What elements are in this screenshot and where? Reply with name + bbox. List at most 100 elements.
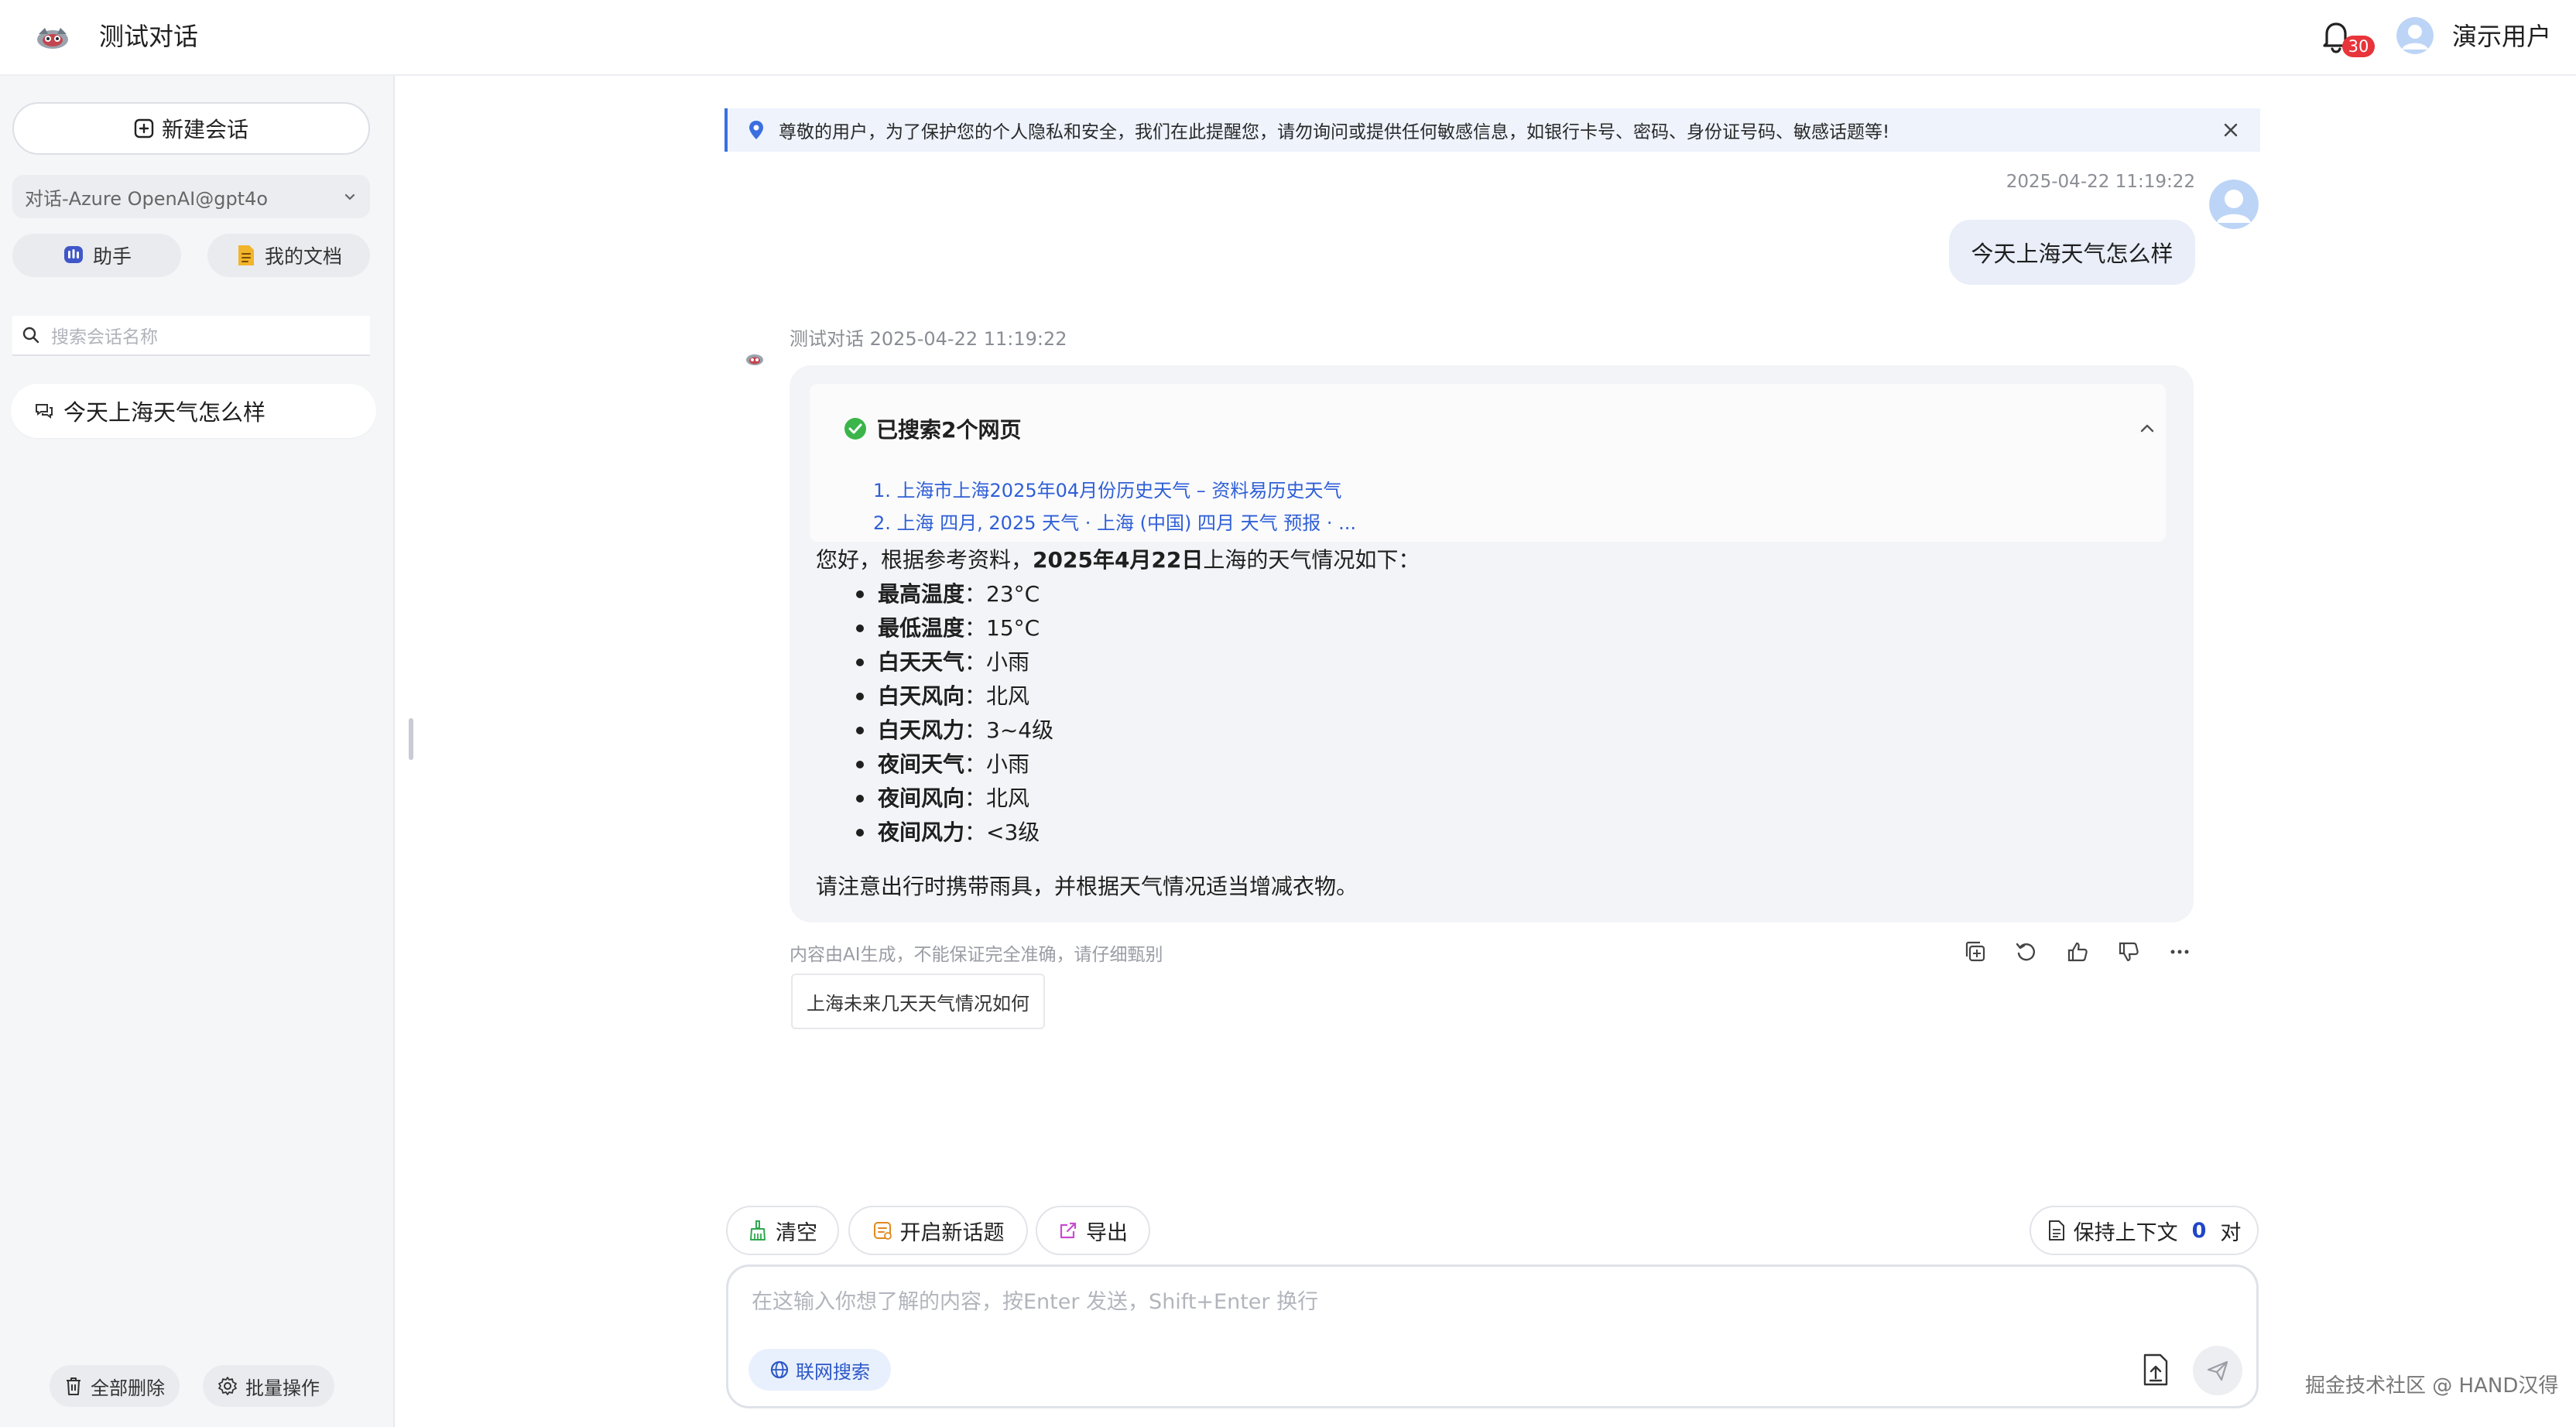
weather-value: ：北风 bbox=[964, 785, 1030, 811]
send-button[interactable] bbox=[2193, 1346, 2242, 1395]
search-results-title: 已搜索2个网页 bbox=[876, 417, 1022, 443]
thumbs-up-icon[interactable] bbox=[2065, 939, 2090, 964]
globe-icon bbox=[769, 1360, 790, 1380]
export-label: 导出 bbox=[1086, 1220, 1128, 1245]
user-message-bubble: 今天上海天气怎么样 bbox=[1949, 220, 2195, 285]
model-select-value: 对话-Azure OpenAI@gpt4o bbox=[25, 187, 269, 210]
delete-all-button[interactable]: 全部删除 bbox=[50, 1365, 180, 1407]
ai-message-card: 已搜索2个网页 1. 上海市上海2025年04月份历史天气 – 资料易历史天气 … bbox=[790, 365, 2194, 922]
context-count: 0 bbox=[2191, 1218, 2207, 1243]
top-header: 测试对话 30 演示用户 bbox=[0, 0, 2576, 76]
clear-button[interactable]: 清空 bbox=[726, 1206, 839, 1255]
list-item: 夜间风向：北风 bbox=[855, 783, 1053, 817]
model-select[interactable]: 对话-Azure OpenAI@gpt4o bbox=[12, 175, 370, 218]
document-icon bbox=[235, 244, 257, 267]
export-button[interactable]: 导出 bbox=[1036, 1206, 1150, 1255]
chat-bubbles-icon bbox=[34, 402, 54, 420]
export-icon bbox=[1058, 1220, 1078, 1240]
weather-key: 白天风力 bbox=[878, 717, 965, 743]
close-icon[interactable] bbox=[2221, 121, 2240, 139]
sidebar-resize-handle[interactable] bbox=[409, 718, 413, 760]
upload-file-icon[interactable] bbox=[2142, 1353, 2170, 1386]
ai-message-meta: 测试对话 2025-04-22 11:19:22 bbox=[790, 328, 1067, 350]
check-circle-icon bbox=[844, 417, 867, 440]
chevron-down-icon bbox=[342, 189, 358, 204]
new-topic-icon bbox=[872, 1220, 892, 1240]
list-item: 白天天气：小雨 bbox=[855, 647, 1053, 681]
weather-key: 夜间风向 bbox=[878, 785, 965, 811]
context-document-icon bbox=[2047, 1220, 2066, 1241]
ai-avatar-icon bbox=[745, 351, 765, 367]
notification-count-badge: 30 bbox=[2342, 36, 2375, 57]
weather-value: ：15°C bbox=[964, 615, 1040, 641]
keep-context-button[interactable]: 保持上下文 0 对 bbox=[2030, 1206, 2259, 1255]
thumbs-down-icon[interactable] bbox=[2116, 939, 2141, 964]
app-title: 测试对话 bbox=[99, 22, 199, 51]
user-avatar[interactable] bbox=[2396, 17, 2434, 54]
conversation-search[interactable]: 搜索会话名称 bbox=[12, 316, 370, 356]
context-prefix: 保持上下文 bbox=[2073, 1220, 2178, 1245]
chevron-up-icon[interactable] bbox=[2138, 419, 2156, 438]
clear-label: 清空 bbox=[776, 1220, 817, 1245]
search-placeholder: 搜索会话名称 bbox=[51, 327, 158, 347]
search-results-panel: 已搜索2个网页 1. 上海市上海2025年04月份历史天气 – 资料易历史天气 … bbox=[810, 384, 2166, 542]
chat-input[interactable] bbox=[752, 1284, 2145, 1319]
location-pin-icon bbox=[748, 119, 765, 141]
search-results-header[interactable]: 已搜索2个网页 bbox=[844, 413, 1021, 444]
message-actions bbox=[1963, 939, 2192, 964]
list-item: 夜间天气：小雨 bbox=[855, 749, 1053, 783]
weather-key: 最高温度 bbox=[878, 581, 965, 607]
batch-ops-button[interactable]: 批量操作 bbox=[203, 1365, 334, 1407]
search-result-link[interactable]: 2. 上海 四月, 2025 天气 · 上海 (中国) 四月 天气 预报 · .… bbox=[873, 508, 1356, 535]
delete-all-label: 全部删除 bbox=[91, 1377, 165, 1399]
ai-intro-date: 2025年4月22日 bbox=[1033, 547, 1204, 573]
web-search-label: 联网搜索 bbox=[796, 1360, 870, 1383]
user-message-avatar bbox=[2209, 180, 2259, 229]
weather-value: ：<3级 bbox=[964, 820, 1040, 845]
notice-text: 尊敬的用户，为了保护您的个人隐私和安全，我们在此提醒您，请勿询问或提供任何敏感信… bbox=[779, 122, 1890, 142]
search-result-link[interactable]: 1. 上海市上海2025年04月份历史天气 – 资料易历史天气 bbox=[873, 475, 1341, 502]
new-chat-label: 新建会话 bbox=[161, 117, 248, 142]
user-message-time: 2025-04-22 11:19:22 bbox=[2006, 172, 2195, 192]
context-suffix: 对 bbox=[2220, 1220, 2242, 1245]
trash-icon bbox=[64, 1376, 83, 1396]
more-icon[interactable] bbox=[2167, 939, 2192, 964]
copy-icon[interactable] bbox=[1963, 939, 1988, 964]
sidebar: 新建会话 对话-Azure OpenAI@gpt4o 助手 我的文档 搜索会话名… bbox=[0, 76, 395, 1427]
new-topic-label: 开启新话题 bbox=[899, 1220, 1005, 1245]
user-name[interactable]: 演示用户 bbox=[2452, 19, 2551, 54]
batch-ops-label: 批量操作 bbox=[245, 1377, 320, 1399]
weather-list: 最高温度：23°C 最低温度：15°C 白天天气：小雨 白天风向：北风 白天风力… bbox=[855, 579, 1054, 851]
my-docs-label: 我的文档 bbox=[264, 245, 342, 268]
list-item: 白天风力：3~4级 bbox=[855, 715, 1054, 749]
list-item: 最低温度：15°C bbox=[855, 613, 1053, 647]
weather-value: ：小雨 bbox=[964, 649, 1030, 675]
weather-key: 夜间风力 bbox=[878, 820, 965, 845]
weather-key: 白天风向 bbox=[878, 683, 965, 709]
new-topic-button[interactable]: 开启新话题 bbox=[848, 1206, 1028, 1255]
ai-disclaimer: 内容由AI生成，不能保证完全准确，请仔细甄别 bbox=[790, 945, 1163, 965]
ai-intro-text: 您好，根据参考资料，2025年4月22日上海的天气情况如下： bbox=[816, 545, 1420, 576]
new-chat-button[interactable]: 新建会话 bbox=[12, 102, 370, 155]
weather-key: 最低温度 bbox=[878, 615, 965, 641]
app-logo-icon bbox=[34, 23, 71, 53]
web-search-toggle[interactable]: 联网搜索 bbox=[748, 1349, 891, 1391]
privacy-notice: 尊敬的用户，为了保护您的个人隐私和安全，我们在此提醒您，请勿询问或提供任何敏感信… bbox=[724, 108, 2260, 152]
my-docs-button[interactable]: 我的文档 bbox=[207, 234, 370, 277]
list-item: 夜间风力：<3级 bbox=[855, 817, 1053, 851]
chat-input-box: 联网搜索 bbox=[726, 1264, 2259, 1408]
assistant-label: 助手 bbox=[92, 245, 132, 268]
send-icon bbox=[2205, 1358, 2230, 1383]
weather-key: 夜间天气 bbox=[878, 751, 965, 777]
weather-value: ：3~4级 bbox=[964, 717, 1054, 743]
conversation-item[interactable]: 今天上海天气怎么样 bbox=[11, 384, 376, 438]
weather-value: ：小雨 bbox=[964, 751, 1030, 777]
list-item: 白天风向：北风 bbox=[855, 681, 1053, 715]
user-message-text: 今天上海天气怎么样 bbox=[1971, 241, 2174, 267]
ai-outro-text: 请注意出行时携带雨具，并根据天气情况适当增减衣物。 bbox=[816, 874, 1358, 899]
assistant-button[interactable]: 助手 bbox=[12, 234, 181, 277]
conversation-title: 今天上海天气怎么样 bbox=[63, 399, 266, 426]
regenerate-icon[interactable] bbox=[2014, 939, 2039, 964]
gear-icon bbox=[218, 1376, 238, 1396]
suggested-question-button[interactable]: 上海未来几天天气情况如何 bbox=[791, 974, 1045, 1029]
